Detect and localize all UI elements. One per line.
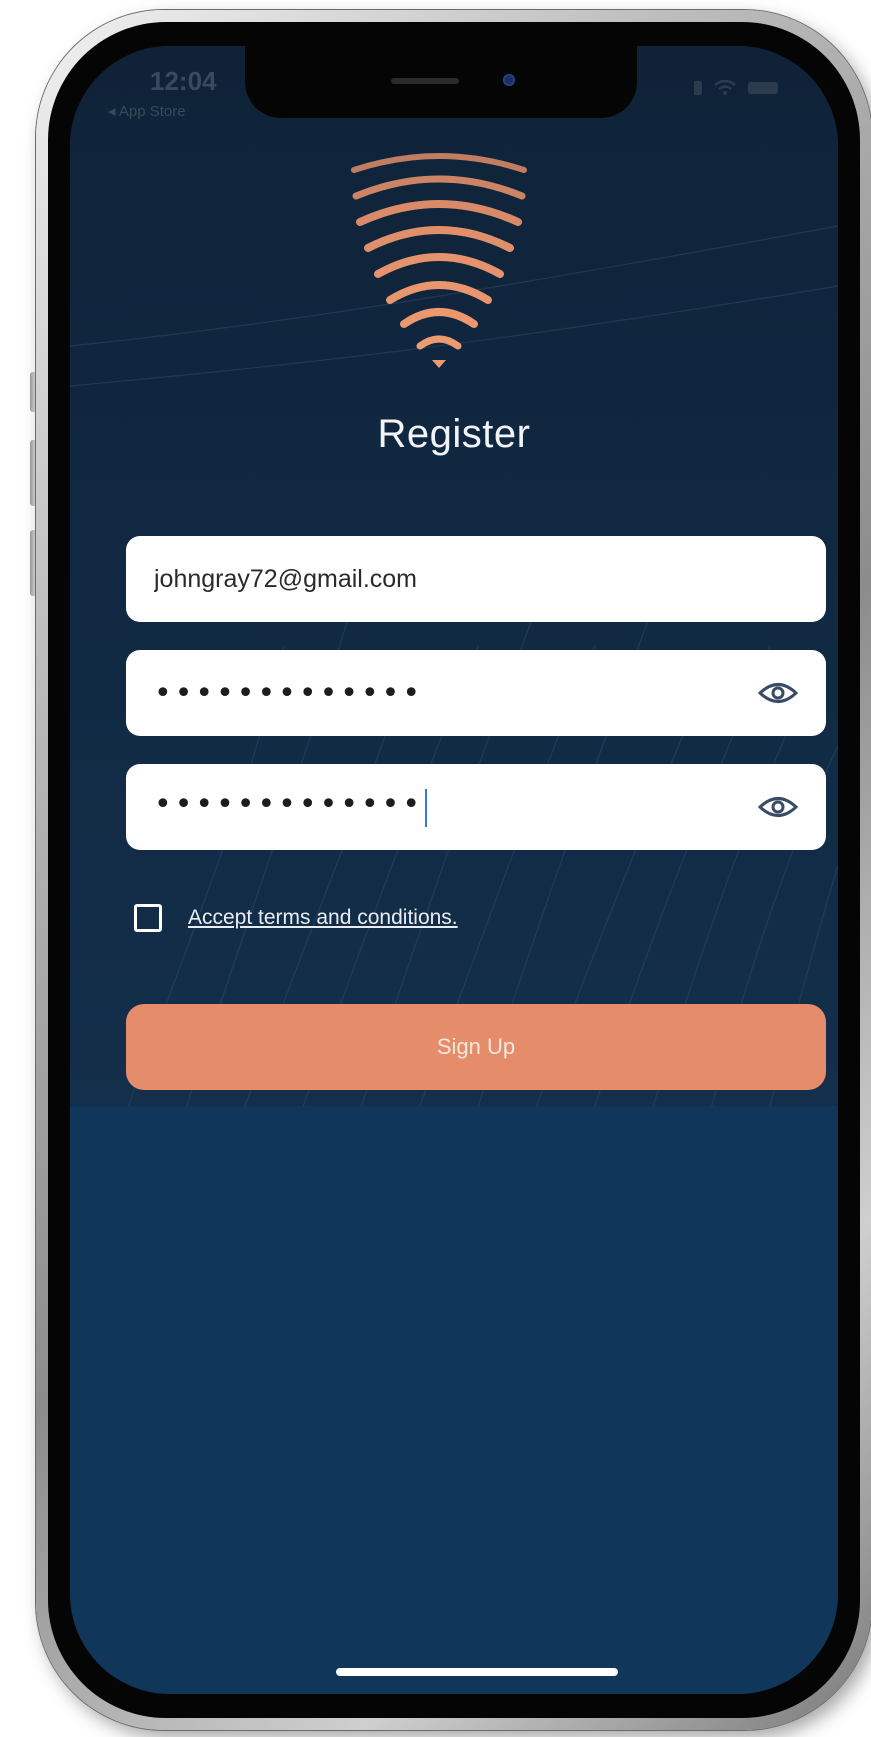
status-icons [694, 80, 778, 96]
terms-link[interactable]: Accept terms and conditions. [188, 906, 458, 930]
speaker-grille [391, 78, 459, 84]
phone-bezel: 12:04 ◂ App Store Register johngray72@gm… [48, 22, 860, 1718]
confirm-password-field[interactable]: ••••••••••••• [126, 764, 826, 850]
password-value[interactable]: ••••••••••••• [154, 676, 758, 711]
cellular-signal-icon [694, 81, 702, 95]
front-camera [503, 74, 515, 86]
wifi-icon [714, 80, 736, 95]
terms-row: Accept terms and conditions. [134, 904, 458, 932]
home-indicator[interactable] [336, 1668, 618, 1676]
notch [245, 46, 637, 118]
eye-icon[interactable] [758, 794, 798, 820]
phone-screen: 12:04 ◂ App Store Register johngray72@gm… [70, 46, 838, 1694]
text-caret [425, 788, 428, 827]
eye-icon[interactable] [758, 680, 798, 706]
terms-checkbox[interactable] [134, 904, 162, 932]
phone-frame: 12:04 ◂ App Store Register johngray72@gm… [36, 10, 871, 1730]
battery-icon [748, 82, 778, 94]
back-to-app-link[interactable]: ◂ App Store [108, 102, 186, 120]
email-field[interactable]: johngray72@gmail.com [126, 536, 826, 622]
confirm-password-wrapper[interactable]: ••••••••••••• [154, 787, 758, 827]
sign-up-button[interactable]: Sign Up [126, 1004, 826, 1090]
email-value[interactable]: johngray72@gmail.com [154, 565, 798, 594]
password-field[interactable]: ••••••••••••• [126, 650, 826, 736]
status-time: 12:04 [150, 66, 217, 96]
register-panel: 12:04 ◂ App Store Register johngray72@gm… [70, 46, 838, 1106]
shield-waves-logo [351, 153, 527, 368]
confirm-password-value[interactable]: ••••••••••••• [154, 787, 423, 822]
device-mockup: 12:04 ◂ App Store Register johngray72@gm… [0, 0, 871, 1737]
page-title: Register [377, 412, 531, 456]
